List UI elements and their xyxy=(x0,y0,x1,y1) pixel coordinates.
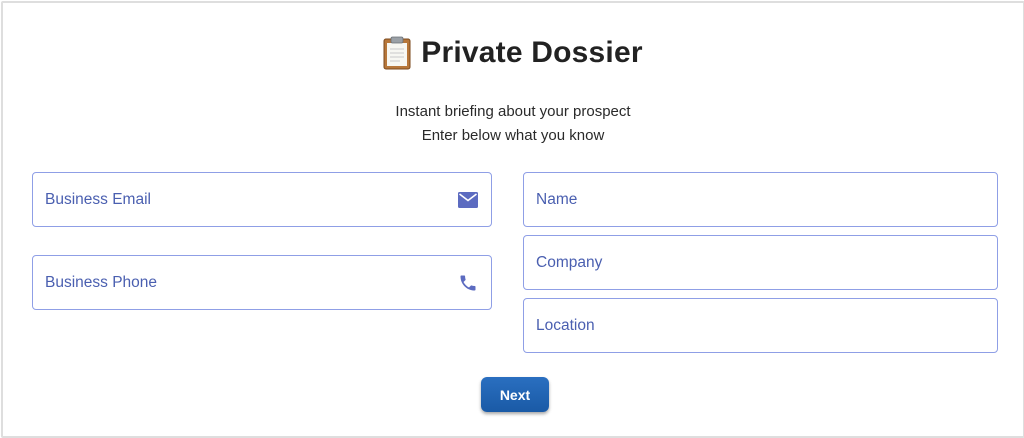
envelope-icon xyxy=(457,189,479,211)
dossier-card: Private Dossier Instant briefing about y… xyxy=(1,1,1024,438)
business-phone-field[interactable] xyxy=(32,255,492,310)
business-email-field[interactable] xyxy=(32,172,492,227)
name-input[interactable] xyxy=(536,190,985,209)
business-phone-input[interactable] xyxy=(45,273,457,292)
company-input[interactable] xyxy=(536,253,985,272)
name-field[interactable] xyxy=(523,172,998,227)
next-button[interactable]: Next xyxy=(481,377,549,412)
phone-icon xyxy=(457,272,479,294)
clipboard-icon xyxy=(383,36,411,70)
company-field[interactable] xyxy=(523,235,998,290)
page-title: Private Dossier xyxy=(3,33,1023,73)
page-title-text: Private Dossier xyxy=(421,36,643,69)
subtitle-line-2: Enter below what you know xyxy=(421,127,605,144)
location-field[interactable] xyxy=(523,298,998,353)
business-email-input[interactable] xyxy=(45,190,457,209)
location-input[interactable] xyxy=(536,316,985,335)
subtitle-line-1: Instant briefing about your prospect xyxy=(395,103,631,120)
